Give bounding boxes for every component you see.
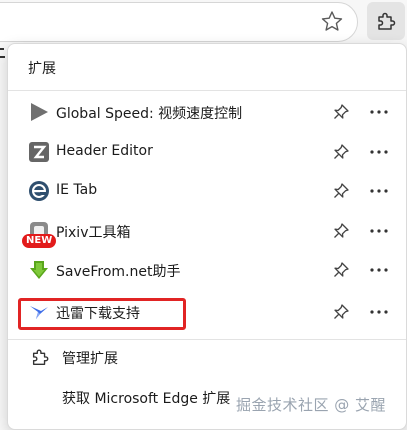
more-options-icon[interactable] (368, 141, 390, 163)
more-options-icon[interactable] (368, 180, 390, 202)
play-triangle-icon (28, 101, 50, 123)
pin-icon[interactable] (332, 222, 350, 240)
divider (8, 90, 406, 91)
new-badge: NEW (22, 234, 57, 248)
address-bar[interactable] (0, 2, 358, 42)
more-options-icon[interactable] (368, 259, 390, 281)
extension-row-ie-tab[interactable]: IE Tab (16, 172, 400, 210)
download-arrow-icon (28, 259, 50, 281)
extension-name: Pixiv工具箱 (56, 225, 131, 241)
more-options-icon[interactable] (368, 101, 390, 123)
extension-name: Header Editor (56, 143, 153, 159)
get-edge-extensions-label: 获取 Microsoft Edge 扩展 (62, 391, 231, 407)
favorite-star-icon[interactable] (318, 8, 346, 36)
pin-icon[interactable] (332, 182, 350, 200)
ie-tab-icon (28, 180, 50, 202)
puzzle-icon (378, 12, 396, 30)
watermark-text: 掘金技术社区 @ 艾醒 (236, 396, 387, 414)
pin-icon[interactable] (332, 261, 350, 279)
extension-name: Global Speed: 视频速度控制 (56, 106, 243, 122)
pin-icon[interactable] (332, 103, 350, 121)
extension-row-pixiv-toolbox[interactable]: Pixiv工具箱 (16, 212, 400, 250)
extension-row-savefrom[interactable]: SaveFrom.net助手 (16, 251, 400, 289)
puzzle-icon (30, 347, 50, 367)
extension-row-global-speed[interactable]: Global Speed: 视频速度控制 (16, 93, 400, 131)
highlight-annotation-box (18, 298, 186, 330)
header-editor-icon (28, 141, 50, 163)
extensions-button[interactable] (367, 2, 405, 40)
extension-row-header-editor[interactable]: Header Editor (16, 133, 400, 171)
more-options-icon[interactable] (368, 220, 390, 242)
extension-name: IE Tab (56, 182, 98, 198)
popup-title: 扩展 (28, 61, 56, 77)
extensions-popup: 扩展 Global Speed: 视频速度控制 Header Editor IE… (7, 43, 407, 430)
manage-extensions-label: 管理扩展 (62, 351, 118, 367)
pin-icon[interactable] (332, 143, 350, 161)
extension-name: SaveFrom.net助手 (56, 264, 181, 280)
pin-icon[interactable] (332, 303, 350, 321)
manage-extensions-item[interactable]: 管理扩展 (16, 338, 400, 376)
more-options-icon[interactable] (368, 301, 390, 323)
